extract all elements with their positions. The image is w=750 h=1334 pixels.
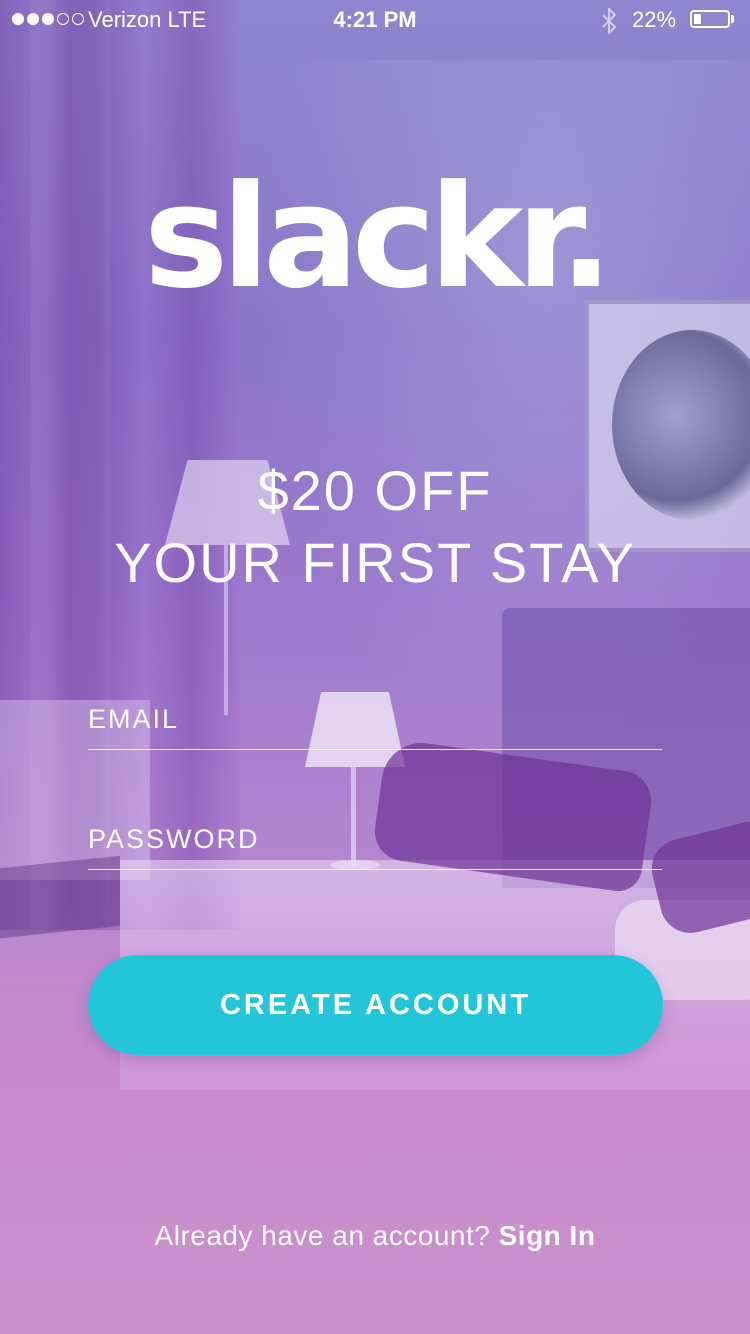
battery-tip bbox=[731, 15, 734, 23]
email-field[interactable] bbox=[88, 690, 662, 749]
password-field[interactable] bbox=[88, 810, 662, 869]
battery-percent: 22% bbox=[632, 7, 677, 32]
signin-row: Already have an account? Sign In bbox=[0, 1220, 750, 1252]
signup-screen: Verizon LTE 4:21 PM 22% slackr. $20 OFF … bbox=[0, 0, 750, 1334]
promo-subheadline: YOUR FIRST STAY bbox=[114, 531, 636, 594]
signin-link[interactable]: Sign In bbox=[499, 1220, 596, 1251]
brand-logo: slackr. bbox=[143, 155, 613, 320]
create-account-button[interactable]: CREATE ACCOUNT bbox=[88, 955, 663, 1055]
signin-prompt: Already have an account? bbox=[154, 1220, 499, 1251]
promo-headline: $20 OFF bbox=[257, 459, 493, 522]
email-field-container bbox=[88, 690, 662, 750]
status-bar: Verizon LTE 4:21 PM 22% bbox=[0, 0, 750, 40]
bluetooth-icon bbox=[600, 0, 618, 40]
battery-fill bbox=[694, 14, 702, 24]
password-field-container bbox=[88, 810, 662, 870]
battery-icon bbox=[690, 10, 730, 28]
